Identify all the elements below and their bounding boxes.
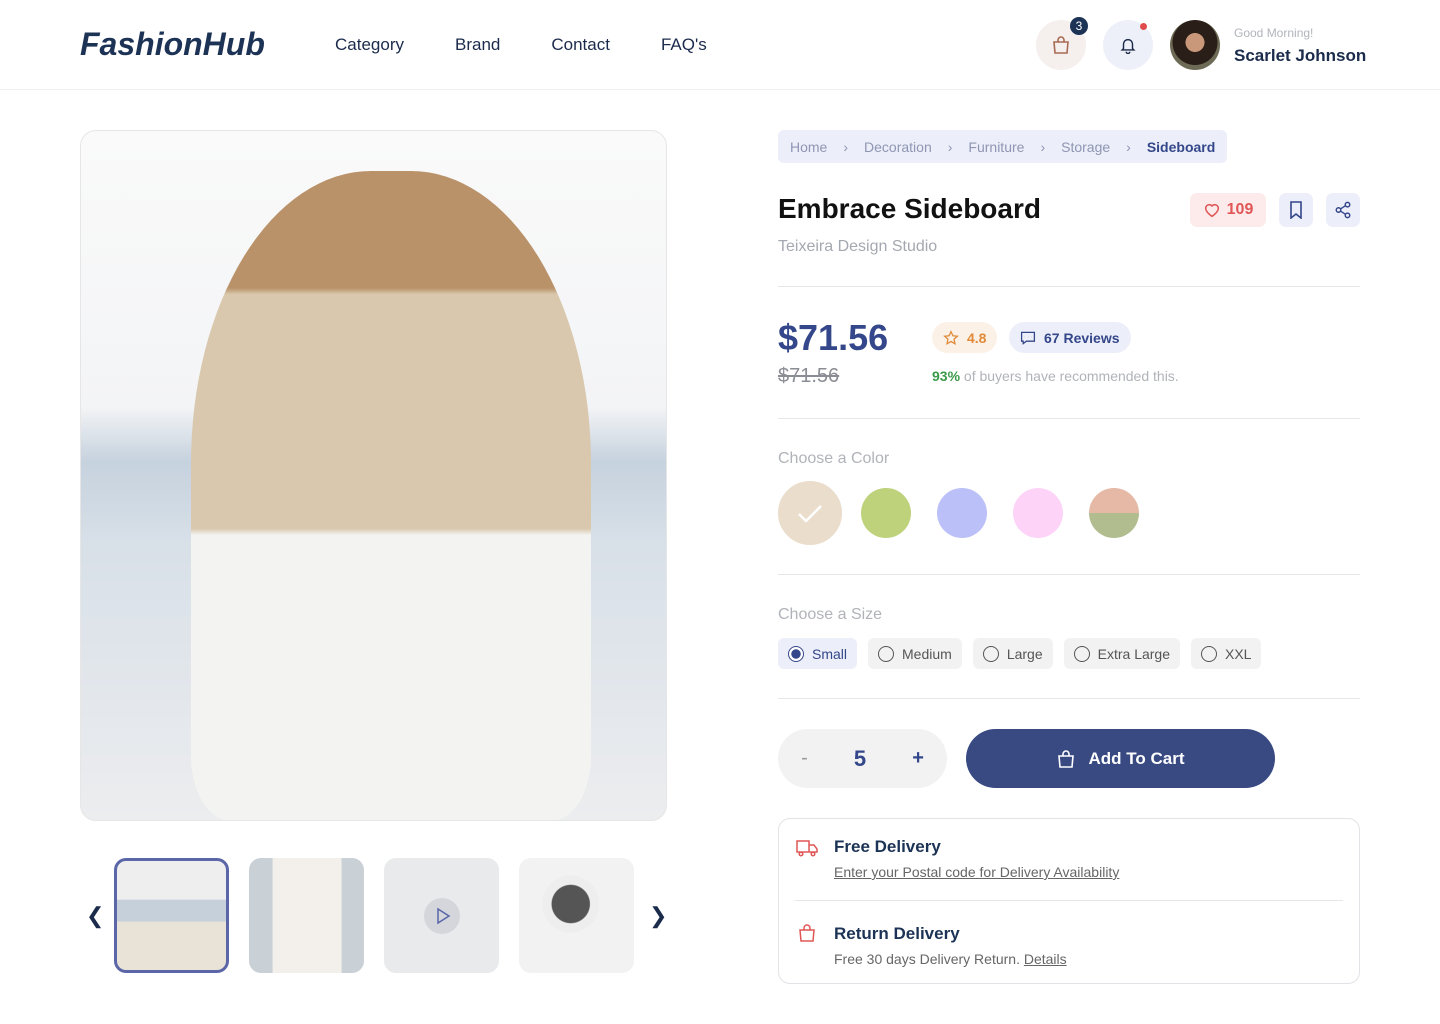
user-name[interactable]: Scarlet Johnson: [1234, 46, 1366, 66]
decrease-button[interactable]: -: [801, 747, 808, 770]
breadcrumb-home[interactable]: Home: [790, 139, 827, 155]
product-title: Embrace Sideboard: [778, 193, 1041, 224]
divider: [778, 698, 1360, 699]
nav-faqs[interactable]: FAQ's: [661, 35, 707, 55]
breadcrumb-current: Sideboard: [1146, 138, 1216, 155]
nav-category[interactable]: Category: [335, 35, 404, 55]
add-to-cart-label: Add To Cart: [1088, 748, 1185, 768]
rating-value: 4.8: [967, 329, 987, 346]
shopping-bag-icon: [1058, 749, 1075, 768]
header: FashionHub Category Brand Contact FAQ's …: [0, 0, 1440, 90]
postal-code-link[interactable]: Enter your Postal code for Delivery Avai…: [834, 864, 1119, 880]
thumbnail-1[interactable]: [114, 858, 229, 973]
share-button[interactable]: [1326, 193, 1360, 227]
details-link[interactable]: Details: [1024, 951, 1067, 967]
return-delivery-title: Return Delivery: [834, 924, 960, 943]
color-label: Choose a Color: [778, 450, 890, 467]
product-main-image: [80, 130, 667, 821]
nav-contact[interactable]: Contact: [551, 35, 610, 55]
reviews-badge[interactable]: 67 Reviews: [1009, 322, 1131, 353]
truck-icon: [796, 840, 818, 857]
chevron-right-icon[interactable]: ❯: [649, 903, 667, 929]
like-count: 109: [1226, 201, 1254, 218]
recommendation-text: 93% of buyers have recommended this.: [932, 368, 1179, 384]
shopping-bag-icon: [799, 924, 815, 942]
quantity-stepper: - 5 +: [778, 729, 947, 788]
color-swatch-pink[interactable]: [1013, 488, 1063, 538]
size-medium[interactable]: Medium: [868, 638, 962, 669]
cart-count-badge: 3: [1070, 17, 1088, 35]
notifications-button[interactable]: [1103, 20, 1153, 70]
shopping-bag-icon: [1053, 36, 1069, 54]
divider: [778, 418, 1360, 419]
check-icon: [798, 505, 822, 523]
thumbnail-2[interactable]: [249, 858, 364, 973]
share-icon: [1335, 201, 1351, 219]
like-button[interactable]: 109: [1190, 193, 1266, 227]
breadcrumb-decoration[interactable]: Decoration: [864, 139, 932, 155]
size-options: Small Medium Large Extra Large XXL: [778, 638, 1262, 669]
breadcrumb-storage[interactable]: Storage: [1061, 139, 1110, 155]
notification-dot: [1140, 23, 1147, 30]
nav-brand[interactable]: Brand: [455, 35, 500, 55]
heart-icon: [1204, 203, 1219, 218]
breadcrumb: Home › Decoration › Furniture › Storage › Si…: [778, 130, 1228, 163]
greeting: Good Morning!: [1234, 26, 1314, 40]
size-xxl[interactable]: XXL: [1191, 638, 1262, 669]
cart-button[interactable]: 3: [1036, 17, 1088, 70]
divider: [778, 286, 1360, 287]
size-label: Choose a Size: [778, 606, 883, 623]
star-icon: [943, 329, 959, 345]
rating-badge: 4.8: [932, 322, 998, 353]
color-swatch-green[interactable]: [861, 488, 911, 538]
thumbnail-4[interactable]: [519, 858, 634, 973]
color-swatch-beige[interactable]: [778, 481, 842, 545]
logo[interactable]: FashionHub: [80, 26, 265, 63]
breadcrumb-furniture[interactable]: Furniture: [968, 139, 1024, 155]
color-swatch-lavender[interactable]: [937, 488, 987, 538]
quantity-value[interactable]: 5: [854, 746, 866, 772]
color-swatch-peach-sage[interactable]: [1089, 488, 1139, 538]
size-extra-large[interactable]: Extra Large: [1063, 638, 1180, 669]
avatar[interactable]: [1170, 20, 1220, 70]
product-studio: Teixeira Design Studio: [778, 238, 938, 255]
add-to-cart-button[interactable]: Add To Cart: [966, 729, 1275, 788]
size-large[interactable]: Large: [972, 638, 1053, 669]
thumbnail-video[interactable]: [384, 858, 499, 973]
return-delivery-text: Free 30 days Delivery Return. Details: [834, 951, 1067, 967]
divider: [778, 574, 1360, 575]
price: $71.56: [778, 317, 889, 358]
chat-icon: [1020, 331, 1036, 345]
main-nav: Category Brand Contact FAQ's: [335, 35, 707, 55]
increase-button[interactable]: +: [912, 747, 924, 770]
play-icon: [423, 897, 460, 934]
divider: [795, 900, 1343, 901]
delivery-info: Free Delivery Enter your Postal code for…: [778, 818, 1360, 984]
size-small[interactable]: Small: [778, 638, 858, 669]
bookmark-icon: [1290, 201, 1302, 219]
bell-icon: [1120, 38, 1136, 54]
bookmark-button[interactable]: [1279, 193, 1313, 227]
chevron-left-icon[interactable]: ❮: [86, 903, 104, 929]
free-delivery-title: Free Delivery: [834, 837, 941, 856]
old-price: $71.56: [778, 365, 840, 387]
reviews-count: 67 Reviews: [1044, 329, 1120, 346]
